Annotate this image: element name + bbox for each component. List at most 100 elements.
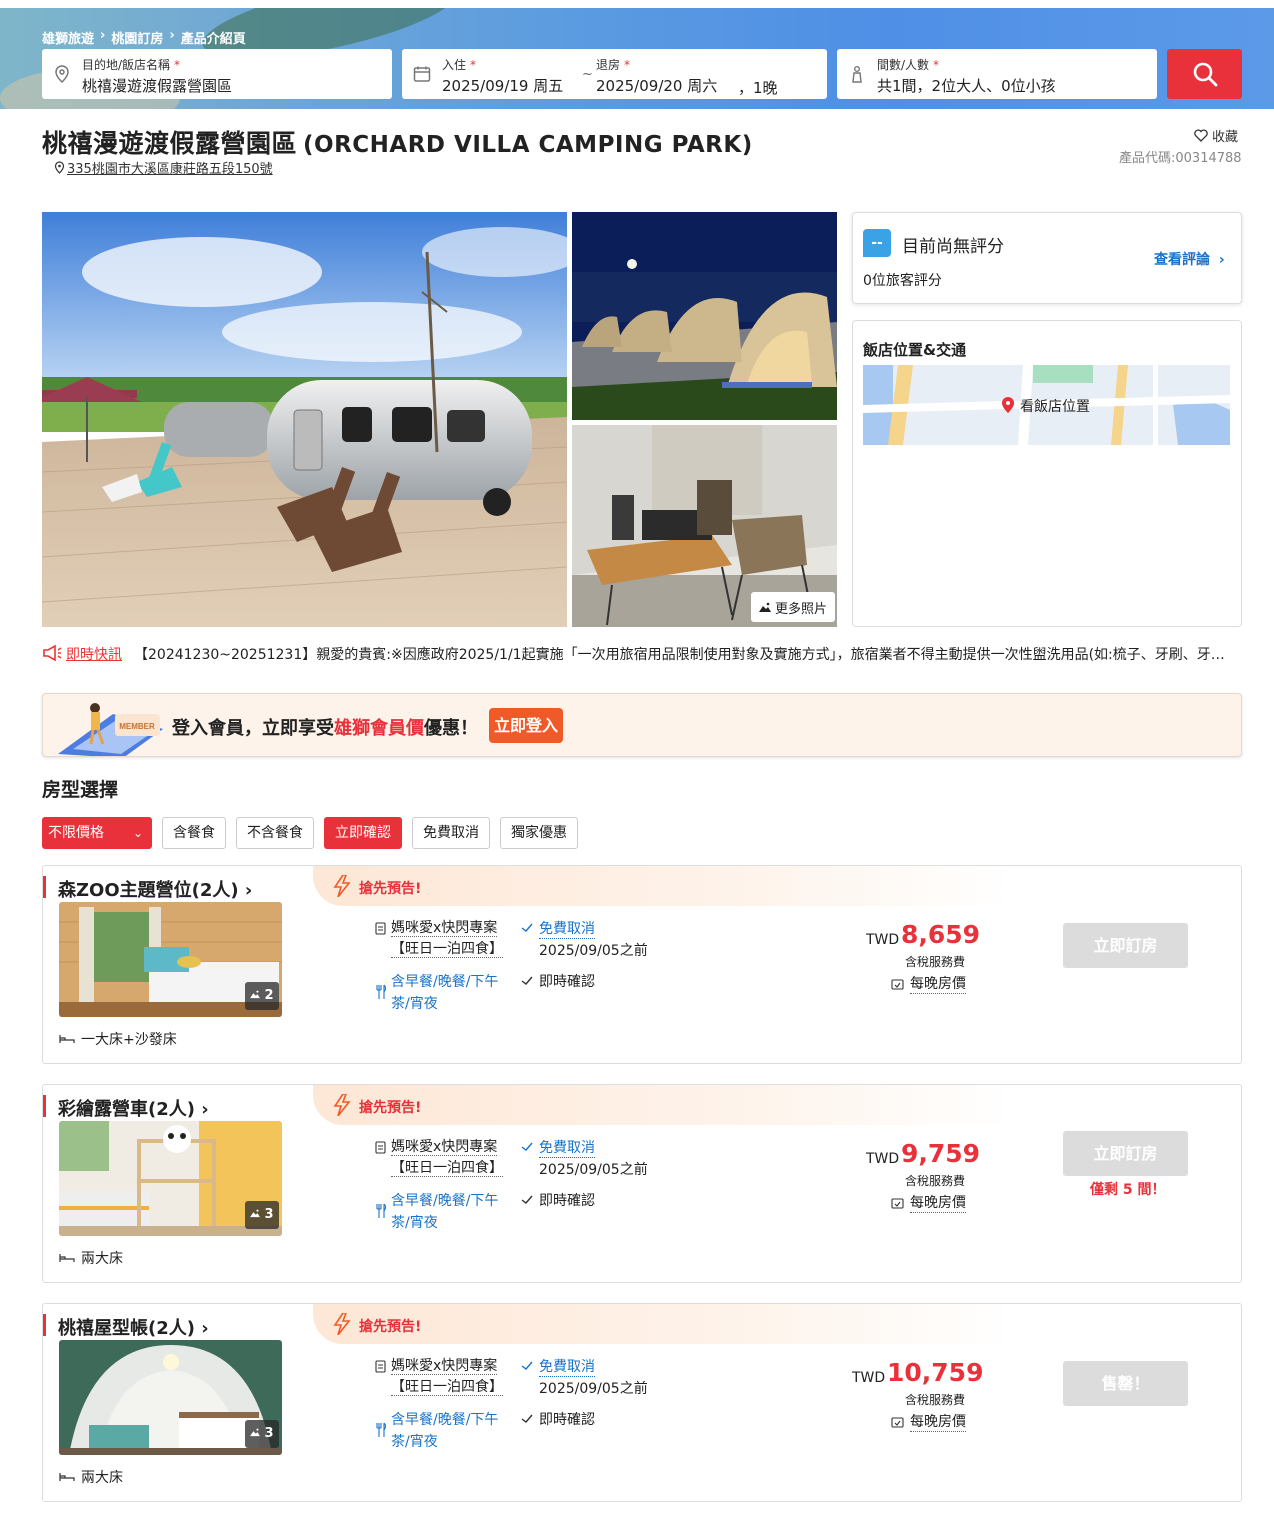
chevron-right-icon: ›	[1218, 252, 1225, 268]
hotel-photo-night-tents[interactable]	[572, 212, 837, 420]
destination-field[interactable]: 目的地/飯店名稱 * 桃禧漫遊渡假露營園區	[42, 49, 392, 99]
promo-tag: 搶先預告!	[359, 881, 422, 897]
chevron-right-icon: ›	[169, 28, 175, 43]
bed-icon	[59, 1035, 75, 1043]
chevron-right-icon: ›	[244, 880, 253, 901]
tax-note: 含稅服務費	[905, 1174, 966, 1188]
sold-out-button[interactable]: 售罄！	[1063, 1361, 1188, 1406]
tax-note: 含稅服務費	[905, 1393, 966, 1407]
favorite-button[interactable]: 收藏	[1194, 126, 1238, 145]
meal-info-link[interactable]: 含早餐/晚餐/下午茶/宵夜	[391, 1409, 506, 1453]
document-icon	[375, 1360, 386, 1373]
checkin-label: 入住	[442, 58, 467, 72]
breadcrumb-item-current: 產品介紹頁	[180, 32, 246, 47]
book-now-button[interactable]: 立即訂房	[1063, 1131, 1188, 1176]
hotel-name-en: (ORCHARD VILLA CAMPING PARK)	[303, 132, 753, 158]
guests-value: 共1間，2位大人、0位小孩	[877, 77, 1056, 95]
document-icon	[375, 922, 386, 935]
chevron-right-icon: ›	[201, 1318, 209, 1339]
image-icon	[250, 1209, 260, 1218]
bed-type: 兩大床	[59, 1467, 123, 1487]
destination-label: 目的地/飯店名稱	[82, 58, 171, 72]
photo-count-badge[interactable]: 2	[245, 982, 279, 1010]
checkout-value: 2025/09/20 周六	[596, 77, 718, 95]
meal-info-link[interactable]: 含早餐/晚餐/下午茶/宵夜	[391, 971, 506, 1015]
map-link[interactable]: 看飯店位置	[1002, 396, 1090, 416]
hotel-photo-image	[42, 212, 567, 627]
main-hotel-photo[interactable]	[42, 212, 567, 627]
date-range-field[interactable]: 入住 * 2025/09/19 周五 ~ 退房 * 2025/09/20 周六 ，1…	[402, 49, 827, 99]
plan-name[interactable]: 媽咪愛x快閃專案 【旺日一泊四食】	[391, 1137, 503, 1179]
filter-exclusive-deal[interactable]: 獨家優惠	[500, 817, 578, 849]
breadcrumb-item-home[interactable]: 雄獅旅遊	[42, 28, 94, 47]
checkin-value: 2025/09/19 周五	[442, 77, 564, 95]
review-count: 0位旅客評分	[863, 273, 942, 289]
utensils-icon	[376, 1422, 387, 1437]
free-cancel-link[interactable]: 免費取消	[539, 1137, 595, 1158]
checkout-label: 退房	[596, 58, 621, 72]
instant-confirm-text: 即時確認	[539, 1412, 595, 1428]
bed-type: 兩大床	[59, 1248, 123, 1268]
view-reviews-link[interactable]: 查看評論 ›	[1154, 249, 1225, 269]
room-card: 森ZOO主題營位(2人) › 搶先預告! 2 一大床+沙發床 媽咪愛x快閃專案【…	[42, 865, 1242, 1064]
plan-name[interactable]: 媽咪愛x快閃專案 【旺日一泊四食】	[391, 918, 503, 960]
check-icon	[521, 1414, 533, 1423]
image-icon	[759, 602, 771, 612]
location-pin-icon	[55, 65, 69, 84]
lightning-icon	[333, 875, 351, 897]
calendar-icon	[891, 1197, 904, 1209]
nightly-price-link[interactable]: 每晚房價	[891, 1411, 966, 1432]
photo-count-badge[interactable]: 3	[245, 1201, 279, 1229]
nights-count: ，1晚	[738, 79, 778, 97]
book-now-button[interactable]: 立即訂房	[1063, 923, 1188, 968]
instant-confirm-text: 即時確認	[539, 974, 595, 990]
chevron-down-icon: ⌄	[132, 826, 143, 840]
heart-icon	[1194, 129, 1208, 142]
breadcrumb-item-city[interactable]: 桃園訂房	[111, 28, 163, 47]
nightly-price-link[interactable]: 每晚房價	[891, 973, 966, 994]
person-icon	[852, 66, 862, 83]
image-icon	[250, 990, 260, 999]
hotel-name-zh: 桃禧漫遊渡假露營園區	[42, 129, 298, 158]
notice-label-link[interactable]: 即時快訊	[66, 644, 122, 664]
cancel-deadline: 2025/09/05之前	[539, 943, 648, 959]
check-icon	[521, 923, 533, 932]
hotel-address[interactable]: 335桃園市大溪區康莊路五段150號	[54, 158, 273, 177]
login-button[interactable]: 立即登入	[489, 708, 563, 743]
filter-instant-confirm[interactable]: 立即確認	[324, 817, 402, 849]
cancel-deadline: 2025/09/05之前	[539, 1381, 648, 1397]
room-card: 桃禧屋型帳(2人) › 搶先預告! 3 兩大床 媽咪愛x快閃專案 【旺日一泊四食】…	[42, 1303, 1242, 1502]
date-separator: ~	[582, 67, 593, 82]
filter-free-cancel[interactable]: 免費取消	[412, 817, 490, 849]
meal-info-link[interactable]: 含早餐/晚餐/下午茶/宵夜	[391, 1190, 506, 1234]
bed-type: 一大床+沙發床	[59, 1029, 177, 1049]
free-cancel-link[interactable]: 免費取消	[539, 1356, 595, 1377]
page-title: 桃禧漫遊渡假露營園區 (ORCHARD VILLA CAMPING PARK)	[42, 124, 753, 160]
filter-no-meal[interactable]: 不含餐食	[236, 817, 314, 849]
room-name-link[interactable]: 彩繪露營車(2人) ›	[58, 1095, 209, 1121]
promo-tag: 搶先預告!	[359, 1100, 422, 1116]
photo-count-badge[interactable]: 3	[245, 1420, 279, 1448]
filter-meal-included[interactable]: 含餐食	[162, 817, 226, 849]
room-price: 10,759	[887, 1358, 984, 1387]
breadcrumb: 雄獅旅遊 › 桃園訂房 › 產品介紹頁	[42, 28, 246, 47]
guests-field[interactable]: 間數/人數 * 共1間，2位大人、0位小孩	[837, 49, 1157, 99]
chevron-right-icon: ›	[100, 28, 106, 43]
room-section-title: 房型選擇	[42, 779, 119, 801]
currency-label: TWD	[866, 1151, 900, 1167]
image-icon	[250, 1428, 260, 1437]
room-name-link[interactable]: 森ZOO主題營位(2人) ›	[58, 876, 252, 902]
no-rating-text: 目前尚無評分	[902, 237, 1004, 257]
plan-name[interactable]: 媽咪愛x快閃專案 【旺日一泊四食】	[391, 1356, 503, 1398]
location-pin-icon	[54, 161, 65, 174]
room-price: 9,759	[901, 1139, 981, 1168]
free-cancel-link[interactable]: 免費取消	[539, 918, 595, 939]
cancel-deadline: 2025/09/05之前	[539, 1162, 648, 1178]
member-badge: MEMBER	[119, 722, 155, 731]
room-name-link[interactable]: 桃禧屋型帳(2人) ›	[58, 1314, 209, 1340]
search-button[interactable]	[1167, 49, 1242, 99]
more-photos-button[interactable]: 更多照片	[751, 592, 836, 622]
price-filter-select[interactable]: 不限價格 ⌄	[42, 817, 152, 849]
check-icon	[521, 1361, 533, 1370]
nightly-price-link[interactable]: 每晚房價	[891, 1192, 966, 1213]
